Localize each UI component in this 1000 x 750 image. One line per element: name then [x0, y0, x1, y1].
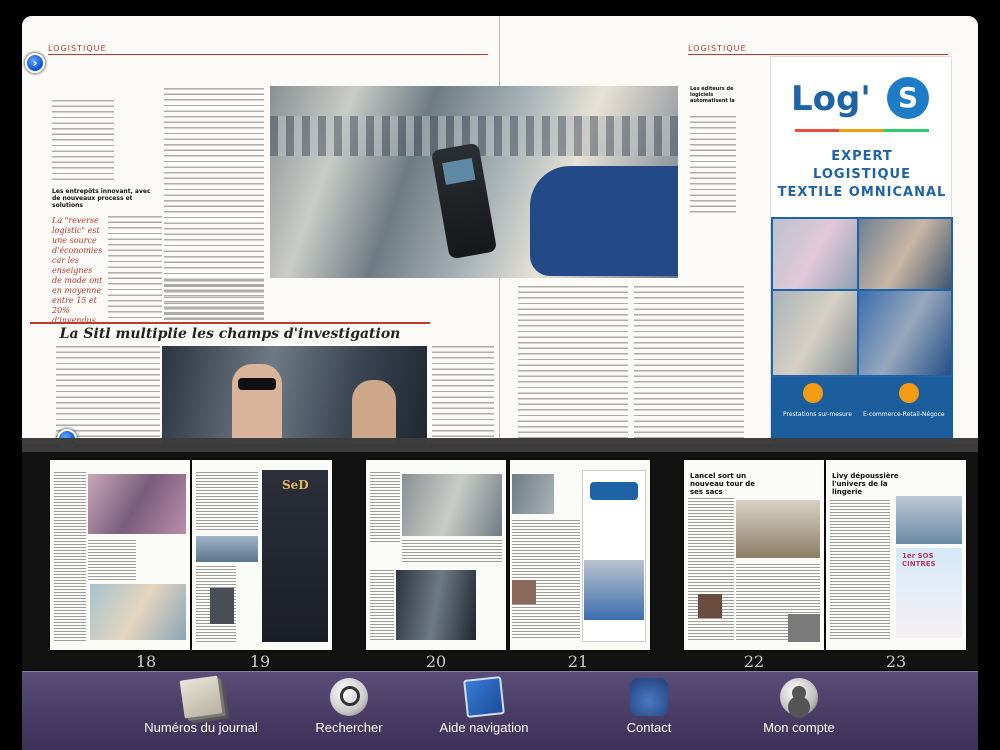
thumb-19-brand: SeD	[282, 478, 309, 492]
thumbnail-strip: SeD Lancel sort un nouveau tour de ses s…	[22, 438, 978, 671]
thumbnail-page-19[interactable]: SeD	[192, 460, 332, 650]
thumb-label-22: 22	[743, 652, 765, 671]
column-text	[634, 286, 744, 444]
thumbnail-page-23[interactable]: Livy dépoussière l'univers de la lingeri…	[826, 460, 966, 650]
search-label: Rechercher	[315, 720, 383, 735]
help-navigation-button[interactable]: Aide navigation	[409, 676, 559, 735]
rubric-rule	[688, 54, 948, 55]
ad-bottom-right: E-commerce-Retail-Négoce	[863, 411, 945, 418]
ad-color-rule	[795, 129, 929, 132]
column-text	[432, 346, 494, 444]
help-label: Aide navigation	[439, 720, 529, 735]
map-icon	[463, 676, 505, 718]
shop-icon	[899, 383, 919, 403]
thumbnail-page-18[interactable]	[50, 460, 190, 650]
thumb-label-19: 19	[249, 652, 271, 671]
thumb-label-23: 23	[885, 652, 907, 671]
column-text	[108, 216, 162, 320]
account-label: Mon compte	[763, 720, 835, 735]
contact-label: Contact	[626, 720, 672, 735]
column-text	[518, 286, 628, 444]
ad-bottom-band: Prestations sur-mesure E-commerce-Retail…	[771, 377, 953, 444]
magazine-reader: LOGISTIQUE Les entrepôts innovant, avec …	[0, 0, 1000, 750]
search-icon	[330, 678, 368, 716]
ad-tagline-2: LOGISTIQUE	[813, 167, 911, 182]
thumbnail-page-21[interactable]	[510, 460, 650, 650]
logs-advertisement: Log' S EXPERT LOGISTIQUE TEXTILE OMNICAN…	[770, 56, 953, 444]
ad-tagline-1: EXPERT	[831, 149, 893, 164]
contact-button[interactable]: Contact	[574, 678, 724, 735]
ad-tagline-3: TEXTILE OMNICANAL	[777, 185, 947, 200]
column-text	[52, 100, 114, 184]
thumbnail-page-20[interactable]	[366, 460, 506, 650]
section-head: Les entrepôts innovant, avec de nouveaux…	[52, 188, 151, 208]
thumb-23-title: Livy dépoussière l'univers de la lingeri…	[832, 472, 899, 496]
magazines-icon	[179, 675, 223, 719]
search-button[interactable]: Rechercher	[274, 678, 424, 735]
column-text	[690, 116, 736, 216]
chevron-right-icon[interactable]: ›	[25, 53, 45, 73]
rubric-rule	[48, 54, 488, 55]
thumb-label-20: 20	[425, 652, 447, 671]
sidebar-head: Les éditeurs de logiciels automatisent l…	[690, 86, 735, 104]
thumb-label-18: 18	[135, 652, 157, 671]
vr-headset-photo	[162, 346, 427, 444]
rubric-label: LOGISTIQUE	[48, 44, 107, 53]
ad-brand-s: S	[887, 77, 929, 119]
phone-mail-icon	[630, 678, 668, 716]
account-button[interactable]: Mon compte	[724, 678, 874, 735]
article-title: La Sitl multiplie les champs d'investiga…	[30, 322, 430, 342]
rubric-label: LOGISTIQUE	[688, 44, 747, 53]
thumbnail-page-22[interactable]: Lancel sort un nouveau tour de ses sacs	[684, 460, 824, 650]
thumb-23-ad: 1er SOS CINTRES	[902, 552, 936, 568]
page-spread[interactable]: LOGISTIQUE Les entrepôts innovant, avec …	[22, 16, 978, 444]
ad-bottom-left: Prestations sur-mesure	[783, 411, 852, 418]
ad-brand: Log'	[791, 79, 871, 119]
pull-quote: La "reverse logistic" est une source d'é…	[52, 216, 103, 325]
journals-button[interactable]: Numéros du journal	[126, 675, 276, 735]
bottom-toolbar: Numéros du journal Rechercher Aide navig…	[22, 671, 978, 750]
barcode-scanner-photo	[270, 86, 678, 278]
thumb-22-title: Lancel sort un nouveau tour de ses sacs	[690, 472, 756, 496]
column-text	[164, 280, 264, 320]
thumb-label-21: 21	[567, 652, 589, 671]
user-icon	[780, 678, 818, 716]
journals-label: Numéros du journal	[144, 720, 258, 735]
bulb-icon	[803, 383, 823, 403]
